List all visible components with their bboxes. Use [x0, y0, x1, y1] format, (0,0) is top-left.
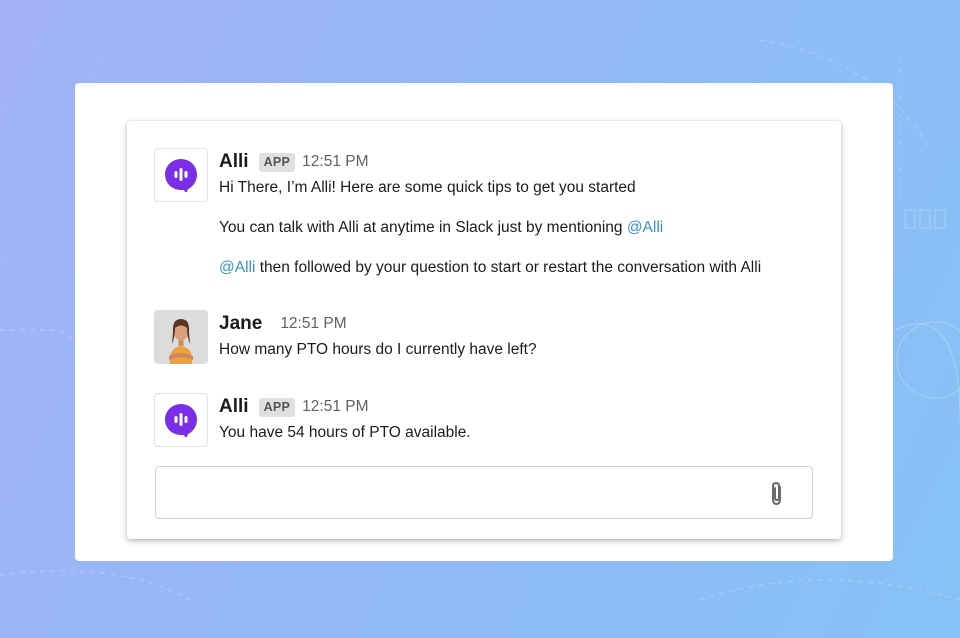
- sender-name[interactable]: Alli: [219, 396, 249, 418]
- message-input[interactable]: [166, 477, 746, 509]
- message-header: Alli APP 12:51 PM: [219, 395, 471, 419]
- paperclip-icon[interactable]: [767, 480, 787, 508]
- alli-logo-icon: [165, 159, 197, 192]
- message-text: Hi There, I’m Alli! Here are some quick …: [219, 179, 636, 196]
- sender-name[interactable]: Alli: [219, 151, 249, 173]
- message-line: You have 54 hours of PTO available.: [219, 424, 471, 442]
- alli-logo-icon: [165, 404, 197, 437]
- message-text: How many PTO hours do I currently have l…: [219, 341, 537, 358]
- user-photo: [154, 310, 208, 364]
- message-text: then followed by your question to start …: [255, 259, 762, 276]
- message-line: How many PTO hours do I currently have l…: [219, 341, 537, 359]
- message-timestamp[interactable]: 12:51 PM: [302, 398, 368, 416]
- jane-avatar[interactable]: [154, 310, 208, 364]
- mention-link[interactable]: @Alli: [219, 259, 255, 276]
- message-text: You have 54 hours of PTO available.: [219, 424, 471, 441]
- message-text: You can talk with Alli at anytime in Sla…: [219, 219, 627, 236]
- message-line: Hi There, I’m Alli! Here are some quick …: [219, 179, 761, 197]
- alli-avatar[interactable]: [154, 393, 208, 447]
- message-timestamp[interactable]: 12:51 PM: [280, 315, 346, 333]
- mention-link[interactable]: @Alli: [627, 219, 663, 236]
- message-timestamp[interactable]: 12:51 PM: [302, 153, 368, 171]
- app-badge: APP: [258, 397, 296, 417]
- message-line: You can talk with Alli at anytime in Sla…: [219, 219, 761, 237]
- message-line: @Alli then followed by your question to …: [219, 259, 761, 277]
- message-header: Jane 12:51 PM: [219, 312, 537, 336]
- message-composer[interactable]: [155, 466, 813, 519]
- message-header: Alli APP 12:51 PM: [219, 150, 761, 174]
- chat-panel: Alli APP 12:51 PM Hi There, I’m Alli! He…: [127, 121, 841, 539]
- app-badge: APP: [258, 152, 296, 172]
- sender-name[interactable]: Jane: [219, 313, 262, 335]
- alli-avatar[interactable]: [154, 148, 208, 202]
